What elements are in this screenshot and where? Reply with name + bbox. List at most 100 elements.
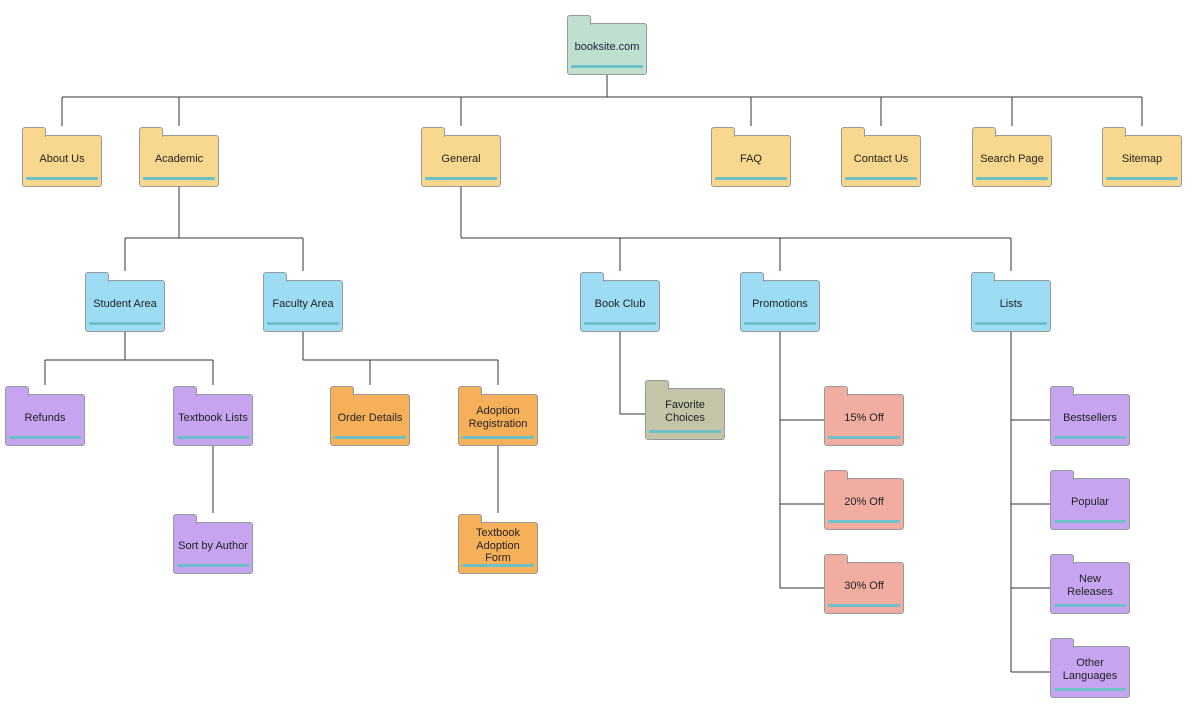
node-student[interactable]: Student Area: [85, 280, 165, 332]
node-aboutus[interactable]: About Us: [22, 135, 102, 187]
folder-band: [26, 177, 98, 180]
folder-band: [584, 322, 656, 325]
node-label: New Releases: [1055, 573, 1125, 598]
folder-band: [828, 520, 900, 523]
folder-tab: [1050, 638, 1074, 648]
folder-tab: [85, 272, 109, 282]
node-p15[interactable]: 15% Off: [824, 394, 904, 446]
folder-tab: [22, 127, 46, 137]
node-label: Refunds: [25, 412, 66, 425]
node-form[interactable]: Textbook Adoption Form: [458, 522, 538, 574]
node-label: 30% Off: [844, 580, 884, 593]
node-sitemap[interactable]: Sitemap: [1102, 135, 1182, 187]
folder-band: [1054, 520, 1126, 523]
node-newrel[interactable]: New Releases: [1050, 562, 1130, 614]
node-popular[interactable]: Popular: [1050, 478, 1130, 530]
node-root[interactable]: booksite.com: [567, 23, 647, 75]
folder-band: [649, 430, 721, 433]
folder-band: [828, 436, 900, 439]
folder-tab: [824, 470, 848, 480]
folder-tab: [421, 127, 445, 137]
node-lists[interactable]: Lists: [971, 280, 1051, 332]
node-label: Textbook Adoption Form: [463, 527, 533, 565]
folder-band: [425, 177, 497, 180]
folder-band: [143, 177, 215, 180]
node-label: Other Languages: [1055, 657, 1125, 682]
folder-tab: [1050, 386, 1074, 396]
folder-band: [177, 436, 249, 439]
folder-band: [828, 604, 900, 607]
folder-band: [177, 564, 249, 567]
folder-band: [1106, 177, 1178, 180]
node-label: Textbook Lists: [178, 412, 248, 425]
node-contact[interactable]: Contact Us: [841, 135, 921, 187]
node-textbooks[interactable]: Textbook Lists: [173, 394, 253, 446]
folder-band: [845, 177, 917, 180]
node-label: General: [441, 153, 480, 166]
node-label: Bestsellers: [1063, 412, 1117, 425]
folder-tab: [972, 127, 996, 137]
folder-tab: [580, 272, 604, 282]
node-label: About Us: [39, 153, 84, 166]
node-label: booksite.com: [575, 41, 640, 54]
folder-tab: [263, 272, 287, 282]
node-label: Popular: [1071, 496, 1109, 509]
node-label: Order Details: [338, 412, 403, 425]
node-label: Favorite Choices: [650, 399, 720, 424]
folder-band: [976, 177, 1048, 180]
node-bookclub[interactable]: Book Club: [580, 280, 660, 332]
node-label: Adoption Registration: [463, 405, 533, 430]
folder-band: [1054, 436, 1126, 439]
folder-tab: [841, 127, 865, 137]
node-adoption[interactable]: Adoption Registration: [458, 394, 538, 446]
node-general[interactable]: General: [421, 135, 501, 187]
folder-tab: [330, 386, 354, 396]
node-bestsellers[interactable]: Bestsellers: [1050, 394, 1130, 446]
folder-tab: [458, 514, 482, 524]
folder-band: [571, 65, 643, 68]
node-label: Sort by Author: [178, 540, 248, 553]
folder-band: [1054, 604, 1126, 607]
folder-band: [744, 322, 816, 325]
node-otherlang[interactable]: Other Languages: [1050, 646, 1130, 698]
node-favorite[interactable]: Favorite Choices: [645, 388, 725, 440]
node-label: Book Club: [595, 298, 646, 311]
folder-tab: [711, 127, 735, 137]
node-label: 20% Off: [844, 496, 884, 509]
folder-tab: [824, 386, 848, 396]
sitemap-canvas: booksite.com About Us Academic General FAQ Co…: [0, 0, 1200, 705]
node-label: Faculty Area: [272, 298, 333, 311]
node-faculty[interactable]: Faculty Area: [263, 280, 343, 332]
node-label: Search Page: [980, 153, 1044, 166]
node-label: Academic: [155, 153, 203, 166]
folder-band: [715, 177, 787, 180]
folder-tab: [5, 386, 29, 396]
folder-tab: [458, 386, 482, 396]
node-refunds[interactable]: Refunds: [5, 394, 85, 446]
node-label: Contact Us: [854, 153, 908, 166]
folder-band: [334, 436, 406, 439]
node-label: Lists: [1000, 298, 1023, 311]
folder-tab: [173, 514, 197, 524]
folder-tab: [567, 15, 591, 25]
folder-tab: [1102, 127, 1126, 137]
folder-band: [462, 564, 534, 567]
node-p20[interactable]: 20% Off: [824, 478, 904, 530]
node-promotions[interactable]: Promotions: [740, 280, 820, 332]
node-faq[interactable]: FAQ: [711, 135, 791, 187]
node-label: Sitemap: [1122, 153, 1162, 166]
folder-tab: [645, 380, 669, 390]
node-sortauthor[interactable]: Sort by Author: [173, 522, 253, 574]
connectors: [0, 0, 1200, 705]
folder-band: [462, 436, 534, 439]
folder-tab: [1050, 554, 1074, 564]
folder-tab: [740, 272, 764, 282]
folder-band: [89, 322, 161, 325]
node-search[interactable]: Search Page: [972, 135, 1052, 187]
node-academic[interactable]: Academic: [139, 135, 219, 187]
folder-tab: [173, 386, 197, 396]
node-orderdetails[interactable]: Order Details: [330, 394, 410, 446]
folder-tab: [1050, 470, 1074, 480]
node-p30[interactable]: 30% Off: [824, 562, 904, 614]
node-label: Promotions: [752, 298, 808, 311]
